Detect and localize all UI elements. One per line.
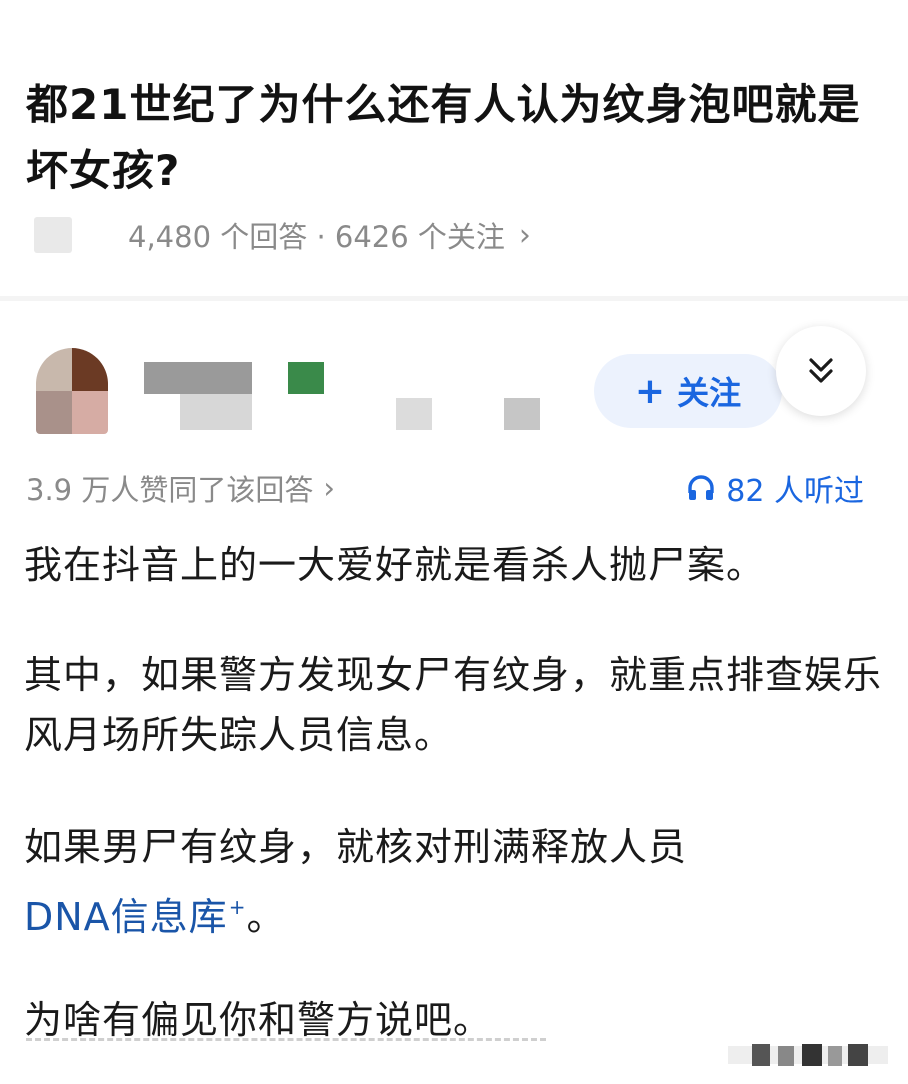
avatar-pixel [72,391,108,434]
listen-count[interactable]: 82 人听过 [686,466,864,510]
avatar-pixel [36,391,72,434]
avatar-pixel [72,348,108,391]
avatar[interactable] [36,348,108,434]
dashed-underline [26,1038,546,1041]
answer-paragraph: 我在抖音上的一大爱好就是看杀人抛尸案。 [24,543,766,587]
headphones-icon [688,475,714,500]
answers-follows-count: 4,480 个回答 · 6426 个关注 [128,220,505,254]
blurred-bio-block [504,398,540,430]
avatar-pixel [36,348,72,391]
answer-paragraph: 其中，如果警方发现女尸有纹身，就重点排查娱乐风月场所失踪人员信息。 [24,653,883,757]
sparkle-icon: + [228,895,247,919]
blurred-bio-block [396,398,432,430]
punctuation: 。 [246,895,286,939]
dna-database-link[interactable]: DNA信息库+ [24,895,246,939]
vote-count-text: 3.9 万人赞同了该回答 [26,473,314,507]
blurred-avatar-placeholder [34,217,72,253]
watermark [728,1044,888,1066]
double-chevron-down-icon [809,358,833,383]
answer-paragraph: 如果男尸有纹身，就核对刑满释放人员 DNA信息库+。 [24,817,884,947]
blurred-name-block [144,362,252,394]
question-title[interactable]: 都21世纪了为什么还有人认为纹身泡吧就是坏女孩? [26,72,876,204]
chevron-right-icon: › [323,471,335,505]
question-meta[interactable]: 4,480 个回答 · 6426 个关注 › [34,210,531,260]
listen-count-text: 82 人听过 [726,474,864,509]
answer-paragraph-text: 如果男尸有纹身，就核对刑满释放人员 [24,825,688,869]
section-divider [0,296,908,301]
follow-label: 关注 [677,374,742,412]
blurred-name-block [180,394,252,430]
follow-button[interactable]: + 关注 [594,354,782,428]
vote-count[interactable]: 3.9 万人赞同了该回答 › [26,466,335,510]
expand-button[interactable] [776,326,866,416]
link-text: DNA信息库 [24,895,228,939]
plus-icon: + [634,370,666,412]
blurred-badge-block [288,362,324,394]
chevron-right-icon: › [518,217,531,253]
answer-page: 都21世纪了为什么还有人认为纹身泡吧就是坏女孩? 4,480 个回答 · 642… [0,0,908,1084]
